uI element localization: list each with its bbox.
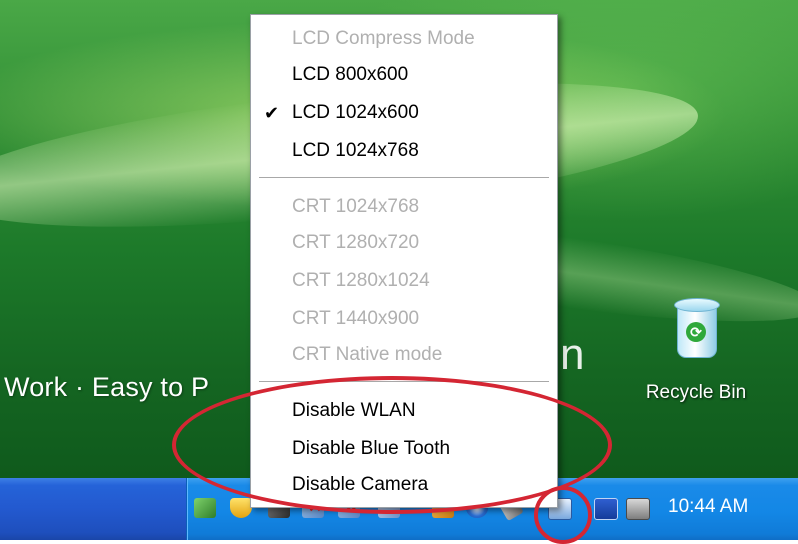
checkmark-icon: ✔ <box>264 103 280 123</box>
menu-item-lcd-1024x600[interactable]: ✔ LCD 1024x600 <box>251 95 557 131</box>
menu-item-lcd-compress-mode: LCD Compress Mode <box>292 28 475 49</box>
menu-item-lcd-1024x768[interactable]: LCD 1024x768 <box>251 133 557 169</box>
monitor-icon[interactable] <box>626 498 650 520</box>
menu-item-crt-1024x768: CRT 1024x768 <box>292 196 420 217</box>
menu-item-crt-1280x720: CRT 1280x720 <box>292 232 420 253</box>
network-icon[interactable] <box>194 498 216 518</box>
recycle-bin-shortcut[interactable]: ⟳ Recycle Bin <box>626 298 766 404</box>
recycle-bin-icon: ⟳ <box>672 298 720 360</box>
menu-item-lcd-800x600[interactable]: LCD 800x600 <box>251 57 557 93</box>
wallpaper-text-fragment: n <box>560 330 585 379</box>
taskbar-clock[interactable]: 10:44 AM <box>668 496 748 518</box>
menu-item-crt-native-mode: CRT Native mode <box>292 344 443 365</box>
menu-item-crt-1440x900: CRT 1440x900 <box>292 308 420 329</box>
highlight-circle <box>534 486 592 544</box>
menu-item-crt-1280x1024: CRT 1280x1024 <box>292 270 430 291</box>
recycle-bin-label: Recycle Bin <box>645 382 747 403</box>
menu-separator <box>259 177 549 179</box>
wallpaper-slogan: Work · Easy to P <box>4 372 210 402</box>
monitor-icon[interactable] <box>594 498 618 520</box>
